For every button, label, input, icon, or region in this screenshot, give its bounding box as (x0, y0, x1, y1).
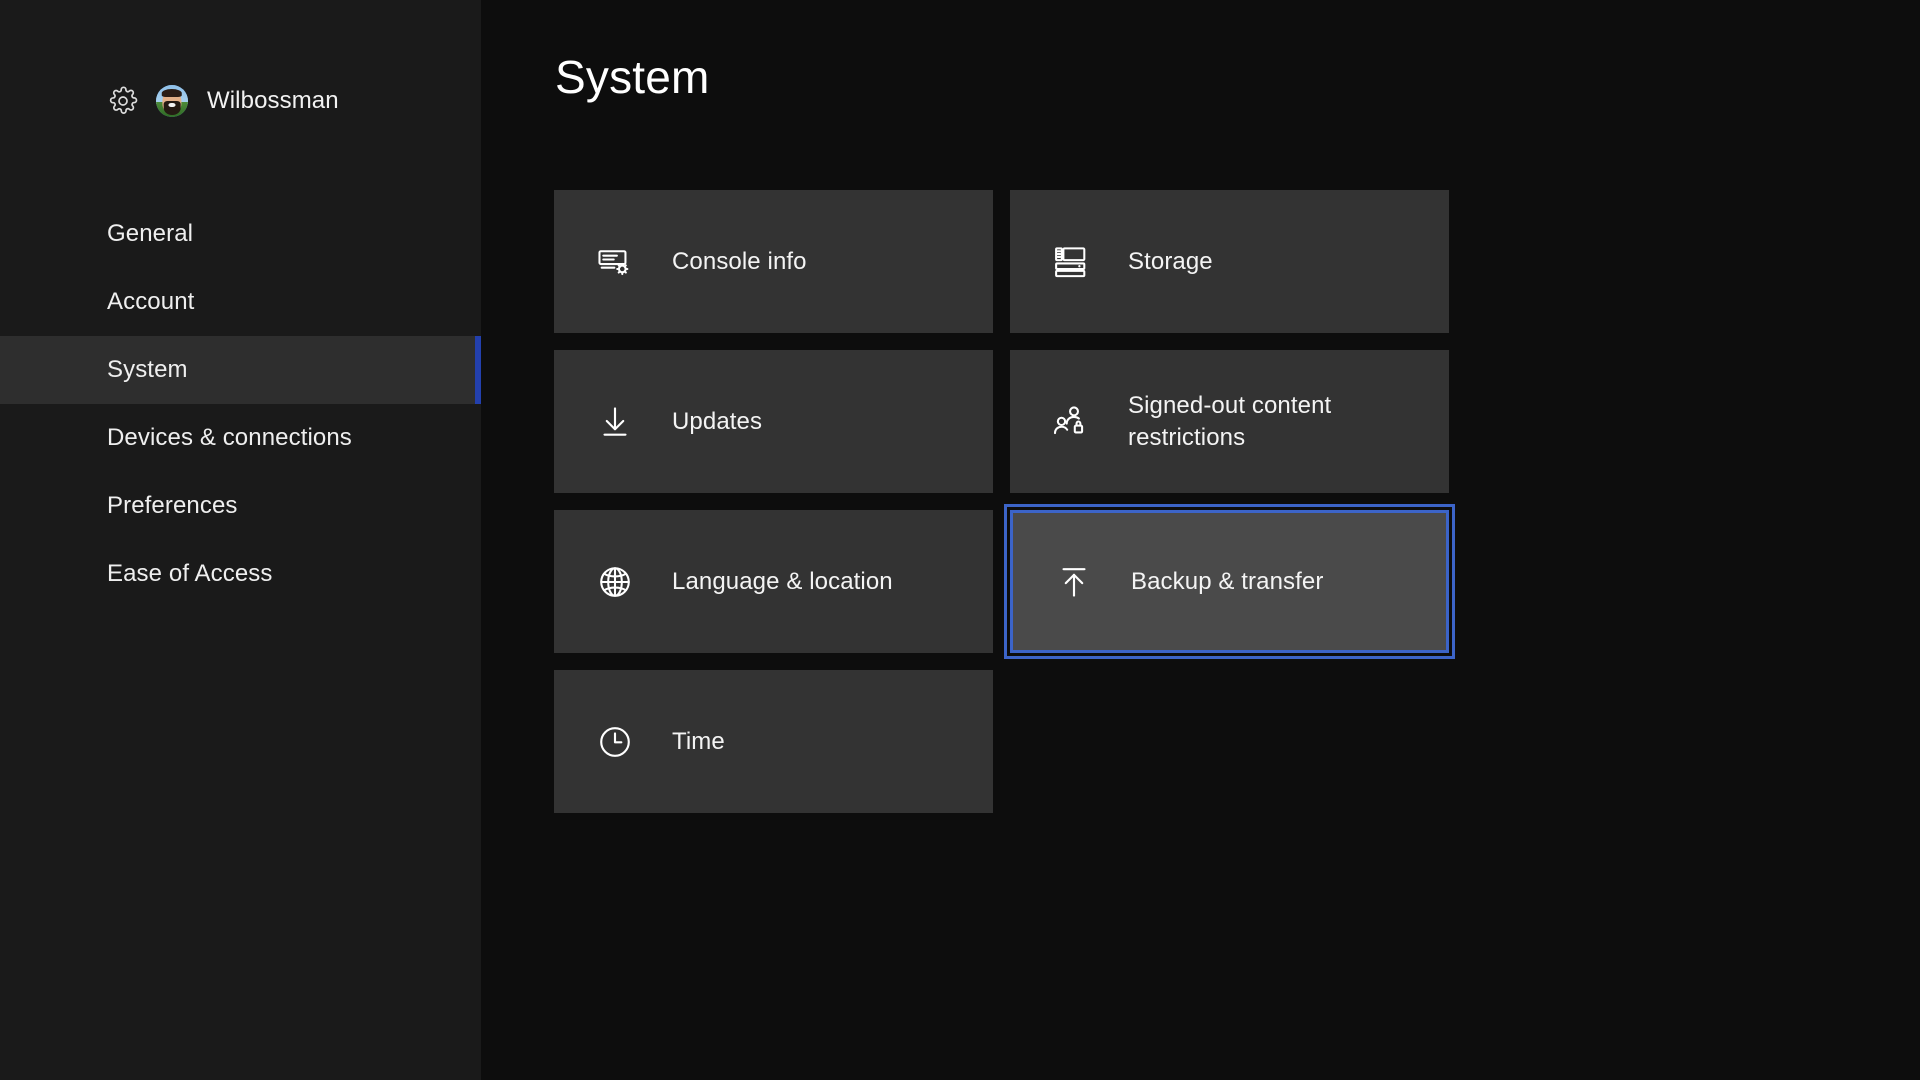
storage-icon (1052, 243, 1090, 281)
tile-backup-transfer[interactable]: Backup & transfer (1007, 507, 1452, 656)
gear-icon[interactable] (108, 86, 138, 116)
tile-signed-out-content-restrictions[interactable]: Signed-out content restrictions (1010, 350, 1449, 493)
globe-icon (596, 563, 634, 601)
tile-language-location[interactable]: Language & location (554, 510, 993, 653)
sidebar: Wilbossman General Account System Device… (0, 0, 481, 1080)
upload-arrow-icon (1055, 563, 1093, 601)
tile-row: Updates Signed-out content restrictions (554, 350, 1454, 493)
tile-label: Language & location (672, 567, 893, 595)
username-label: Wilbossman (207, 87, 339, 114)
sidebar-item-label: Devices & connections (107, 424, 352, 451)
tile-placeholder (1010, 670, 1449, 813)
tile-storage[interactable]: Storage (1010, 190, 1449, 333)
account-row[interactable]: Wilbossman (0, 75, 481, 127)
avatar-hair (161, 88, 183, 97)
people-lock-icon (1052, 403, 1090, 441)
sidebar-item-devices-connections[interactable]: Devices & connections (0, 404, 481, 472)
tile-label: Console info (672, 247, 807, 275)
sidebar-item-preferences[interactable]: Preferences (0, 472, 481, 540)
tile-row: Console info Storage (554, 190, 1454, 333)
sidebar-item-label: General (107, 220, 194, 247)
tile-label: Backup & transfer (1131, 567, 1324, 595)
console-info-icon (596, 243, 634, 281)
sidebar-item-general[interactable]: General (0, 200, 481, 268)
sidebar-item-label: System (107, 356, 188, 383)
clock-icon (596, 723, 634, 761)
tile-label: Updates (672, 407, 763, 435)
tile-label: Storage (1128, 247, 1213, 275)
avatar[interactable] (156, 85, 188, 117)
settings-screen: Wilbossman General Account System Device… (0, 0, 1920, 1080)
sidebar-item-label: Preferences (107, 492, 238, 519)
tile-console-info[interactable]: Console info (554, 190, 993, 333)
tile-row: Language & location Backup & transfer (554, 507, 1454, 656)
page-title: System (555, 51, 710, 103)
sidebar-item-system[interactable]: System (0, 336, 481, 404)
tile-updates[interactable]: Updates (554, 350, 993, 493)
sidebar-item-label: Account (107, 288, 195, 315)
tile-label: Signed-out content restrictions (1128, 391, 1332, 451)
settings-tile-grid: Console info Storage Updates Signed-out … (554, 190, 1454, 830)
tile-time[interactable]: Time (554, 670, 993, 813)
main-content: System Console info Storage Updates Sign… (481, 0, 1920, 1080)
sidebar-item-account[interactable]: Account (0, 268, 481, 336)
tile-label: Time (672, 727, 725, 755)
sidebar-item-ease-of-access[interactable]: Ease of Access (0, 540, 481, 608)
sidebar-nav: General Account System Devices & connect… (0, 200, 481, 608)
tile-row: Time (554, 670, 1454, 813)
sidebar-item-label: Ease of Access (107, 560, 273, 587)
download-arrow-icon (596, 403, 634, 441)
